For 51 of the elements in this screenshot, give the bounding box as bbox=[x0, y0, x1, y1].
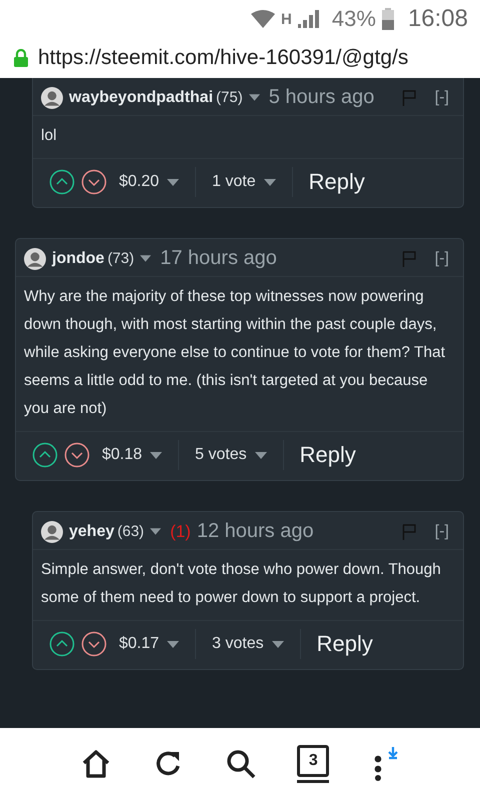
vote-count[interactable]: 1 vote bbox=[212, 173, 256, 191]
caret-icon[interactable] bbox=[140, 255, 152, 262]
lock-icon bbox=[14, 49, 28, 67]
wifi-icon bbox=[251, 10, 276, 28]
reply-link[interactable]: Reply bbox=[300, 442, 356, 468]
collapse-toggle[interactable]: [-] bbox=[434, 250, 449, 268]
author-name[interactable]: yehey bbox=[69, 522, 114, 540]
timestamp: 17 hours ago bbox=[160, 247, 277, 270]
caret-icon[interactable] bbox=[167, 640, 180, 648]
reputation: (63) bbox=[117, 523, 144, 540]
network-type: H bbox=[281, 10, 292, 28]
caret-icon[interactable] bbox=[150, 452, 162, 458]
comment-text: lol bbox=[40, 126, 58, 146]
signal-icon bbox=[298, 10, 320, 28]
upvote-icon[interactable] bbox=[32, 442, 58, 468]
downvote-icon[interactable] bbox=[64, 442, 90, 468]
upvote-icon[interactable] bbox=[49, 169, 75, 195]
payout-amount[interactable]: $0.18 bbox=[102, 446, 142, 464]
collapse-toggle[interactable]: [-] bbox=[434, 88, 449, 106]
caret-icon[interactable] bbox=[150, 528, 162, 535]
reputation: (73) bbox=[107, 250, 134, 267]
upvote-icon[interactable] bbox=[49, 631, 75, 657]
battery-icon bbox=[382, 8, 394, 30]
reply-link[interactable]: Reply bbox=[316, 631, 373, 657]
clock: 16:08 bbox=[408, 5, 468, 33]
comment-text: Why are the majority of these top witnesses now powering down though, with most starting within the past couple days, while asking everyone else to continue to vote for them? That seems a little odd to me. (this isn't targeted at you because you are not) bbox=[23, 287, 446, 419]
caret-icon[interactable] bbox=[248, 94, 260, 101]
reputation: (75) bbox=[216, 89, 243, 106]
downvote-icon[interactable] bbox=[81, 631, 107, 657]
vote-count[interactable]: 3 votes bbox=[212, 635, 264, 653]
vote-count[interactable]: 5 votes bbox=[195, 446, 247, 464]
downvote-icon[interactable] bbox=[81, 169, 107, 195]
avatar bbox=[41, 520, 63, 542]
caret-icon[interactable] bbox=[272, 640, 284, 648]
avatar bbox=[41, 86, 63, 108]
timestamp: 5 hours ago bbox=[268, 86, 374, 109]
payout-amount[interactable]: $0.17 bbox=[119, 635, 160, 653]
payout-amount[interactable]: $0.20 bbox=[119, 173, 160, 191]
caret-icon[interactable] bbox=[167, 178, 180, 186]
timestamp: 12 hours ago bbox=[196, 520, 314, 543]
reply-link[interactable]: Reply bbox=[308, 169, 365, 195]
avatar bbox=[24, 248, 46, 270]
flag-count: (1) bbox=[170, 522, 191, 542]
author-name[interactable]: jondoe bbox=[52, 250, 104, 268]
author-name[interactable]: waybeyondpadthai bbox=[69, 88, 214, 106]
search-icon[interactable] bbox=[224, 748, 257, 780]
battery-level: 43% bbox=[332, 6, 376, 32]
caret-icon[interactable] bbox=[264, 178, 276, 186]
collapse-toggle[interactable]: [-] bbox=[434, 522, 449, 540]
comment-text: Simple answer, don't vote those who power down. Though some of them need to power down to support a project. bbox=[40, 560, 442, 608]
caret-icon[interactable] bbox=[254, 452, 267, 458]
